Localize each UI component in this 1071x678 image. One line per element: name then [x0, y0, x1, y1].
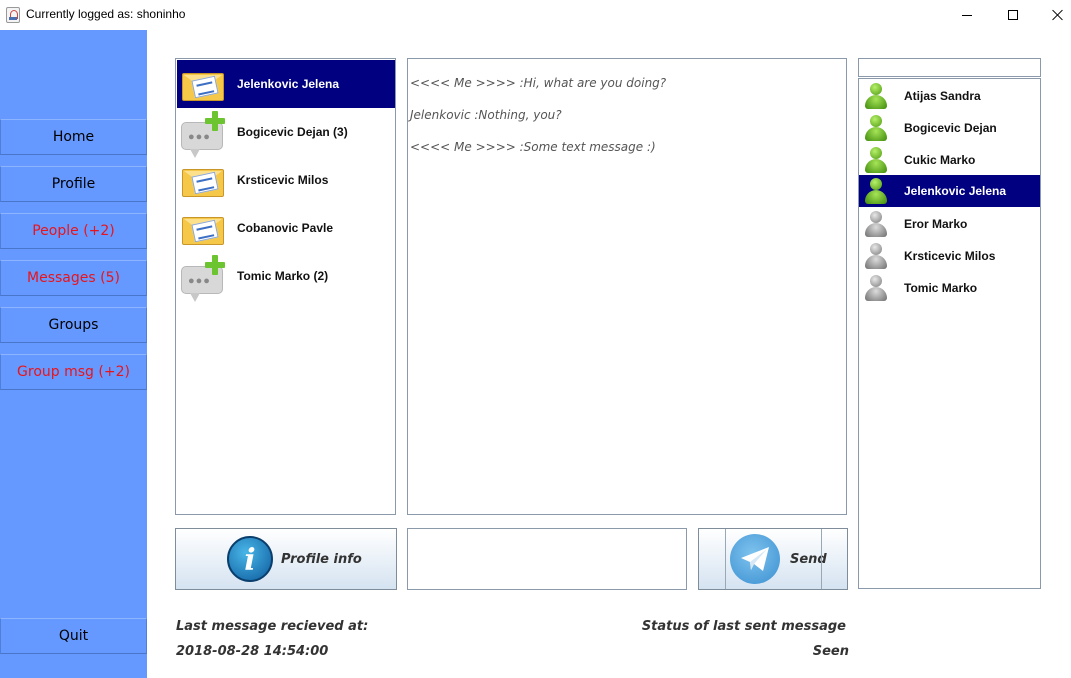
user-name: Krsticevic Milos — [904, 249, 996, 263]
user-search-input[interactable] — [858, 58, 1041, 77]
conversation-item[interactable]: ●●● Tomic Marko (2) — [177, 252, 395, 302]
window-title: Currently logged as: shoninho — [26, 7, 186, 21]
java-app-icon — [6, 7, 20, 23]
user-online-icon — [863, 81, 889, 111]
chat-add-icon: ●●● — [179, 108, 229, 158]
user-name: Atijas Sandra — [904, 89, 981, 103]
user-online-icon — [863, 176, 889, 206]
sent-status-value: Seen — [812, 644, 849, 659]
user-name: Cukic Marko — [904, 153, 976, 167]
sidebar-item-profile[interactable]: Profile — [0, 166, 147, 202]
sidebar-item-group-msg[interactable]: Group msg (+2) — [0, 354, 147, 390]
sidebar-item-home[interactable]: Home — [0, 119, 147, 155]
last-received-label: Last message recieved at: — [176, 619, 369, 634]
user-list[interactable]: Atijas Sandra Bogicevic Dejan Cukic Mark… — [858, 78, 1041, 589]
chat-message: <<<< Me >>>> :Some text message :) — [410, 140, 656, 154]
conversation-item[interactable]: Cobanovic Pavle — [177, 204, 395, 252]
chat-message: Jelenkovic :Nothing, you? — [410, 108, 562, 122]
user-item[interactable]: Bogicevic Dejan — [859, 112, 1040, 144]
conversation-item[interactable]: Krsticevic Milos — [177, 156, 395, 204]
sidebar-item-people[interactable]: People (+2) — [0, 213, 147, 249]
maximize-icon — [1008, 10, 1018, 20]
conversation-name: Bogicevic Dejan (3) — [237, 125, 348, 139]
minimize-icon — [962, 14, 972, 16]
envelope-icon — [179, 156, 229, 204]
last-received-timestamp: 2018-08-28 14:54:00 — [176, 644, 329, 659]
message-input[interactable] — [407, 528, 687, 590]
sent-status-label: Status of last sent message — [641, 619, 846, 634]
user-item[interactable]: Atijas Sandra — [859, 80, 1040, 112]
sidebar-item-messages[interactable]: Messages (5) — [0, 260, 147, 296]
user-online-icon — [863, 145, 889, 175]
close-button[interactable] — [1035, 0, 1071, 30]
chat-message: <<<< Me >>>> :Hi, what are you doing? — [410, 76, 667, 90]
user-item[interactable]: Jelenkovic Jelena — [859, 175, 1040, 207]
user-item[interactable]: Eror Marko — [859, 208, 1040, 240]
user-name: Eror Marko — [904, 217, 968, 231]
send-button[interactable]: Send — [698, 528, 848, 590]
user-name: Jelenkovic Jelena — [904, 184, 1007, 198]
user-online-icon — [863, 113, 889, 143]
user-item[interactable]: Tomic Marko — [859, 272, 1040, 304]
conversation-name: Tomic Marko (2) — [237, 269, 329, 283]
conversation-list[interactable]: Jelenkovic Jelena ●●● Bogicevic Dejan (3… — [175, 58, 396, 515]
minimize-button[interactable] — [944, 0, 990, 30]
envelope-icon — [179, 204, 229, 252]
quit-button[interactable]: Quit — [0, 618, 147, 654]
user-item[interactable]: Krsticevic Milos — [859, 240, 1040, 272]
conversation-item[interactable]: Jelenkovic Jelena — [177, 60, 395, 108]
app-window: Currently logged as: shoninho Home Profi… — [0, 0, 1071, 678]
user-offline-icon — [863, 209, 889, 239]
conversation-name: Cobanovic Pavle — [237, 221, 334, 235]
user-offline-icon — [863, 273, 889, 303]
user-offline-icon — [863, 241, 889, 271]
chat-add-icon: ●●● — [179, 252, 229, 302]
title-bar: Currently logged as: shoninho — [0, 0, 1071, 30]
user-name: Bogicevic Dejan — [904, 121, 997, 135]
maximize-button[interactable] — [990, 0, 1036, 30]
sidebar-item-groups[interactable]: Groups — [0, 307, 147, 343]
profile-info-button[interactable]: i Profile info — [175, 528, 397, 590]
envelope-icon — [179, 60, 229, 108]
close-icon — [1052, 9, 1064, 21]
info-icon: i — [227, 536, 273, 582]
conversation-name: Krsticevic Milos — [237, 173, 329, 187]
user-item[interactable]: Cukic Marko — [859, 144, 1040, 176]
sidebar: Home Profile People (+2) Messages (5) Gr… — [0, 30, 147, 678]
chat-history[interactable]: <<<< Me >>>> :Hi, what are you doing? Je… — [407, 58, 847, 515]
paper-plane-icon — [730, 534, 780, 584]
conversation-name: Jelenkovic Jelena — [237, 77, 340, 91]
profile-info-label: Profile info — [281, 551, 362, 567]
user-name: Tomic Marko — [904, 281, 978, 295]
conversation-item[interactable]: ●●● Bogicevic Dejan (3) — [177, 108, 395, 158]
